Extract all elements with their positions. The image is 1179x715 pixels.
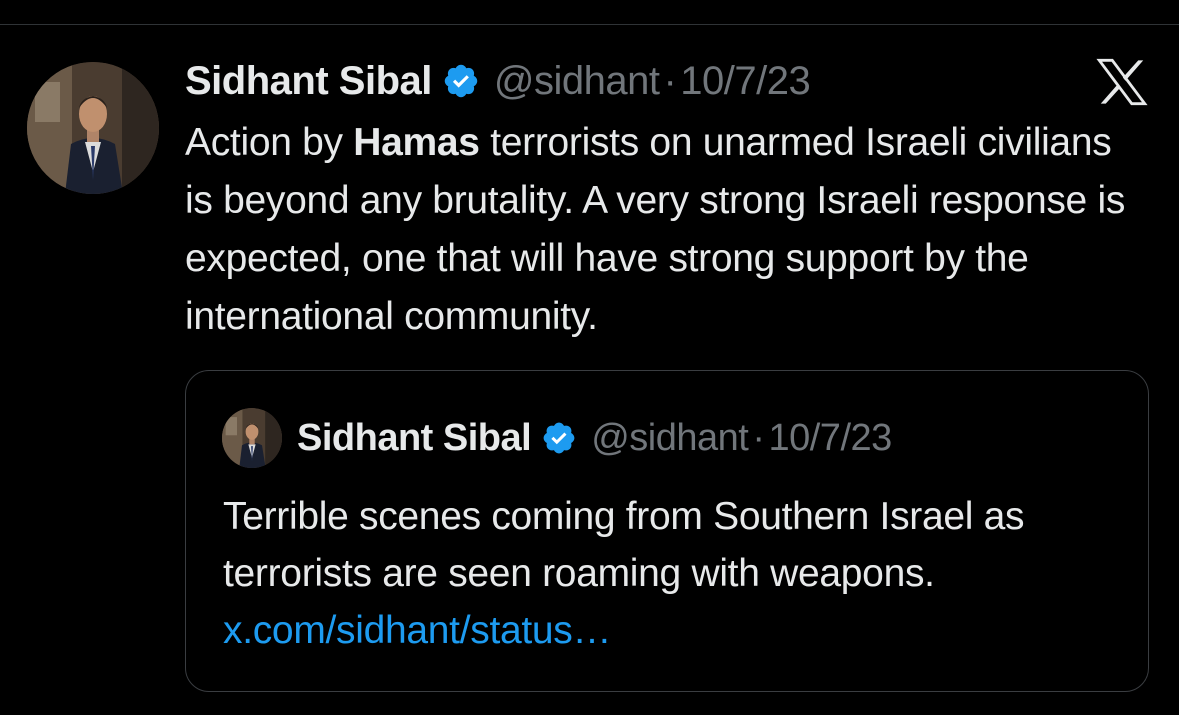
quoted-author-handle[interactable]: @sidhant bbox=[591, 417, 749, 460]
verified-badge-icon bbox=[444, 64, 478, 98]
quoted-tweet-text: Terrible scenes coming from Southern Isr… bbox=[223, 488, 1133, 659]
quoted-avatar[interactable] bbox=[222, 408, 282, 468]
quoted-author-name[interactable]: Sidhant Sibal bbox=[297, 417, 532, 460]
author-name[interactable]: Sidhant Sibal bbox=[185, 59, 432, 104]
author-handle[interactable]: @sidhant bbox=[494, 59, 660, 104]
quoted-avatar-photo bbox=[222, 408, 282, 468]
quoted-tweet-date[interactable]: 10/7/23 bbox=[768, 417, 892, 460]
quoted-tweet-link[interactable]: x.com/sidhant/status… bbox=[223, 609, 612, 652]
avatar-photo bbox=[27, 62, 159, 194]
tweet-header: Sidhant Sibal @sidhant · 10/7/23 bbox=[185, 56, 811, 106]
avatar[interactable] bbox=[27, 62, 159, 194]
tweet-text-bold: Hamas bbox=[353, 121, 480, 164]
separator-dot: · bbox=[663, 58, 677, 103]
quoted-text-part: Terrible scenes coming from Southern Isr… bbox=[223, 495, 1025, 595]
x-logo-icon[interactable] bbox=[1096, 58, 1148, 106]
verified-badge-icon bbox=[543, 422, 575, 454]
tweet-date[interactable]: 10/7/23 bbox=[680, 59, 810, 104]
quoted-tweet-header: Sidhant Sibal @sidhant · 10/7/23 bbox=[297, 413, 892, 463]
tweet: Sidhant Sibal @sidhant · 10/7/23 Action … bbox=[0, 0, 1179, 715]
tweet-text: Action by Hamas terrorists on unarmed Is… bbox=[185, 114, 1145, 346]
tweet-text-part: Action by bbox=[185, 121, 354, 164]
separator-dot: · bbox=[752, 416, 765, 459]
